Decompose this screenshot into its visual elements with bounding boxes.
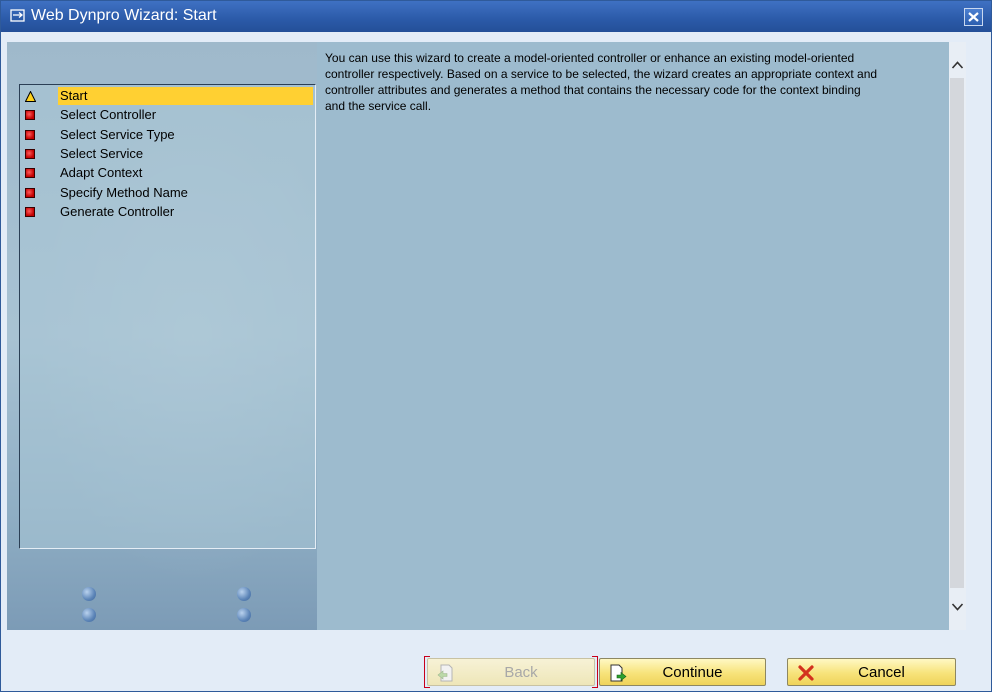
cancel-button[interactable]: Cancel — [787, 658, 956, 686]
water-drop-decoration — [237, 587, 251, 601]
red-bullet-icon — [25, 130, 35, 140]
red-bullet-icon — [25, 188, 35, 198]
warning-triangle-icon — [25, 91, 36, 102]
step-label: Select Controller — [60, 107, 157, 122]
close-icon — [968, 12, 979, 22]
roadmap-step-generate-controller[interactable]: Generate Controller — [20, 203, 315, 222]
red-bullet-icon — [25, 149, 35, 159]
window-menu-icon[interactable] — [10, 9, 26, 23]
wizard-window: Web Dynpro Wizard: Start Start Select Co… — [0, 0, 992, 692]
continue-button[interactable]: Continue — [599, 658, 766, 686]
water-drop-decoration — [82, 587, 96, 601]
step-label: Select Service Type — [60, 127, 175, 142]
description-line: and the service call. — [325, 99, 432, 113]
water-drop-decoration — [82, 608, 96, 622]
description-line: controller respectively. Based on a serv… — [325, 67, 878, 81]
roadmap-step-select-controller[interactable]: Select Controller — [20, 106, 315, 125]
description-text: You can use this wizard to create a mode… — [325, 50, 945, 114]
red-bullet-icon — [25, 168, 35, 178]
close-button[interactable] — [964, 8, 983, 26]
roadmap-panel: Start Select Controller Select Service T… — [7, 42, 317, 630]
step-label: Specify Method Name — [60, 185, 188, 200]
red-bullet-icon — [25, 207, 35, 217]
step-label: Adapt Context — [60, 165, 143, 180]
scroll-up-icon[interactable] — [950, 57, 965, 73]
scroll-track[interactable] — [950, 78, 964, 588]
back-button[interactable]: Back — [427, 658, 595, 686]
description-line: You can use this wizard to create a mode… — [325, 51, 855, 65]
step-label: Generate Controller — [60, 204, 175, 219]
roadmap-step-specify-method-name[interactable]: Specify Method Name — [20, 184, 315, 203]
roadmap-step-select-service-type[interactable]: Select Service Type — [20, 126, 315, 145]
roadmap-step-list: Start Select Controller Select Service T… — [19, 84, 316, 549]
roadmap-step-start[interactable]: Start — [20, 87, 315, 106]
continue-label: Continue — [662, 664, 723, 681]
vertical-scrollbar[interactable] — [949, 42, 966, 630]
roadmap-step-adapt-context[interactable]: Adapt Context — [20, 164, 315, 183]
roadmap-step-select-service[interactable]: Select Service — [20, 145, 315, 164]
back-label: Back — [504, 664, 538, 681]
description-area: You can use this wizard to create a mode… — [317, 42, 949, 630]
title-bar: Web Dynpro Wizard: Start — [1, 1, 991, 32]
step-label: Start — [58, 87, 313, 105]
cancel-label: Cancel — [858, 664, 905, 681]
scroll-down-icon[interactable] — [950, 599, 965, 615]
description-line: controller attributes and generates a me… — [325, 83, 861, 97]
water-drop-decoration — [237, 608, 251, 622]
window-title: Web Dynpro Wizard: Start — [31, 7, 217, 24]
step-label: Select Service — [60, 146, 144, 161]
red-bullet-icon — [25, 110, 35, 120]
